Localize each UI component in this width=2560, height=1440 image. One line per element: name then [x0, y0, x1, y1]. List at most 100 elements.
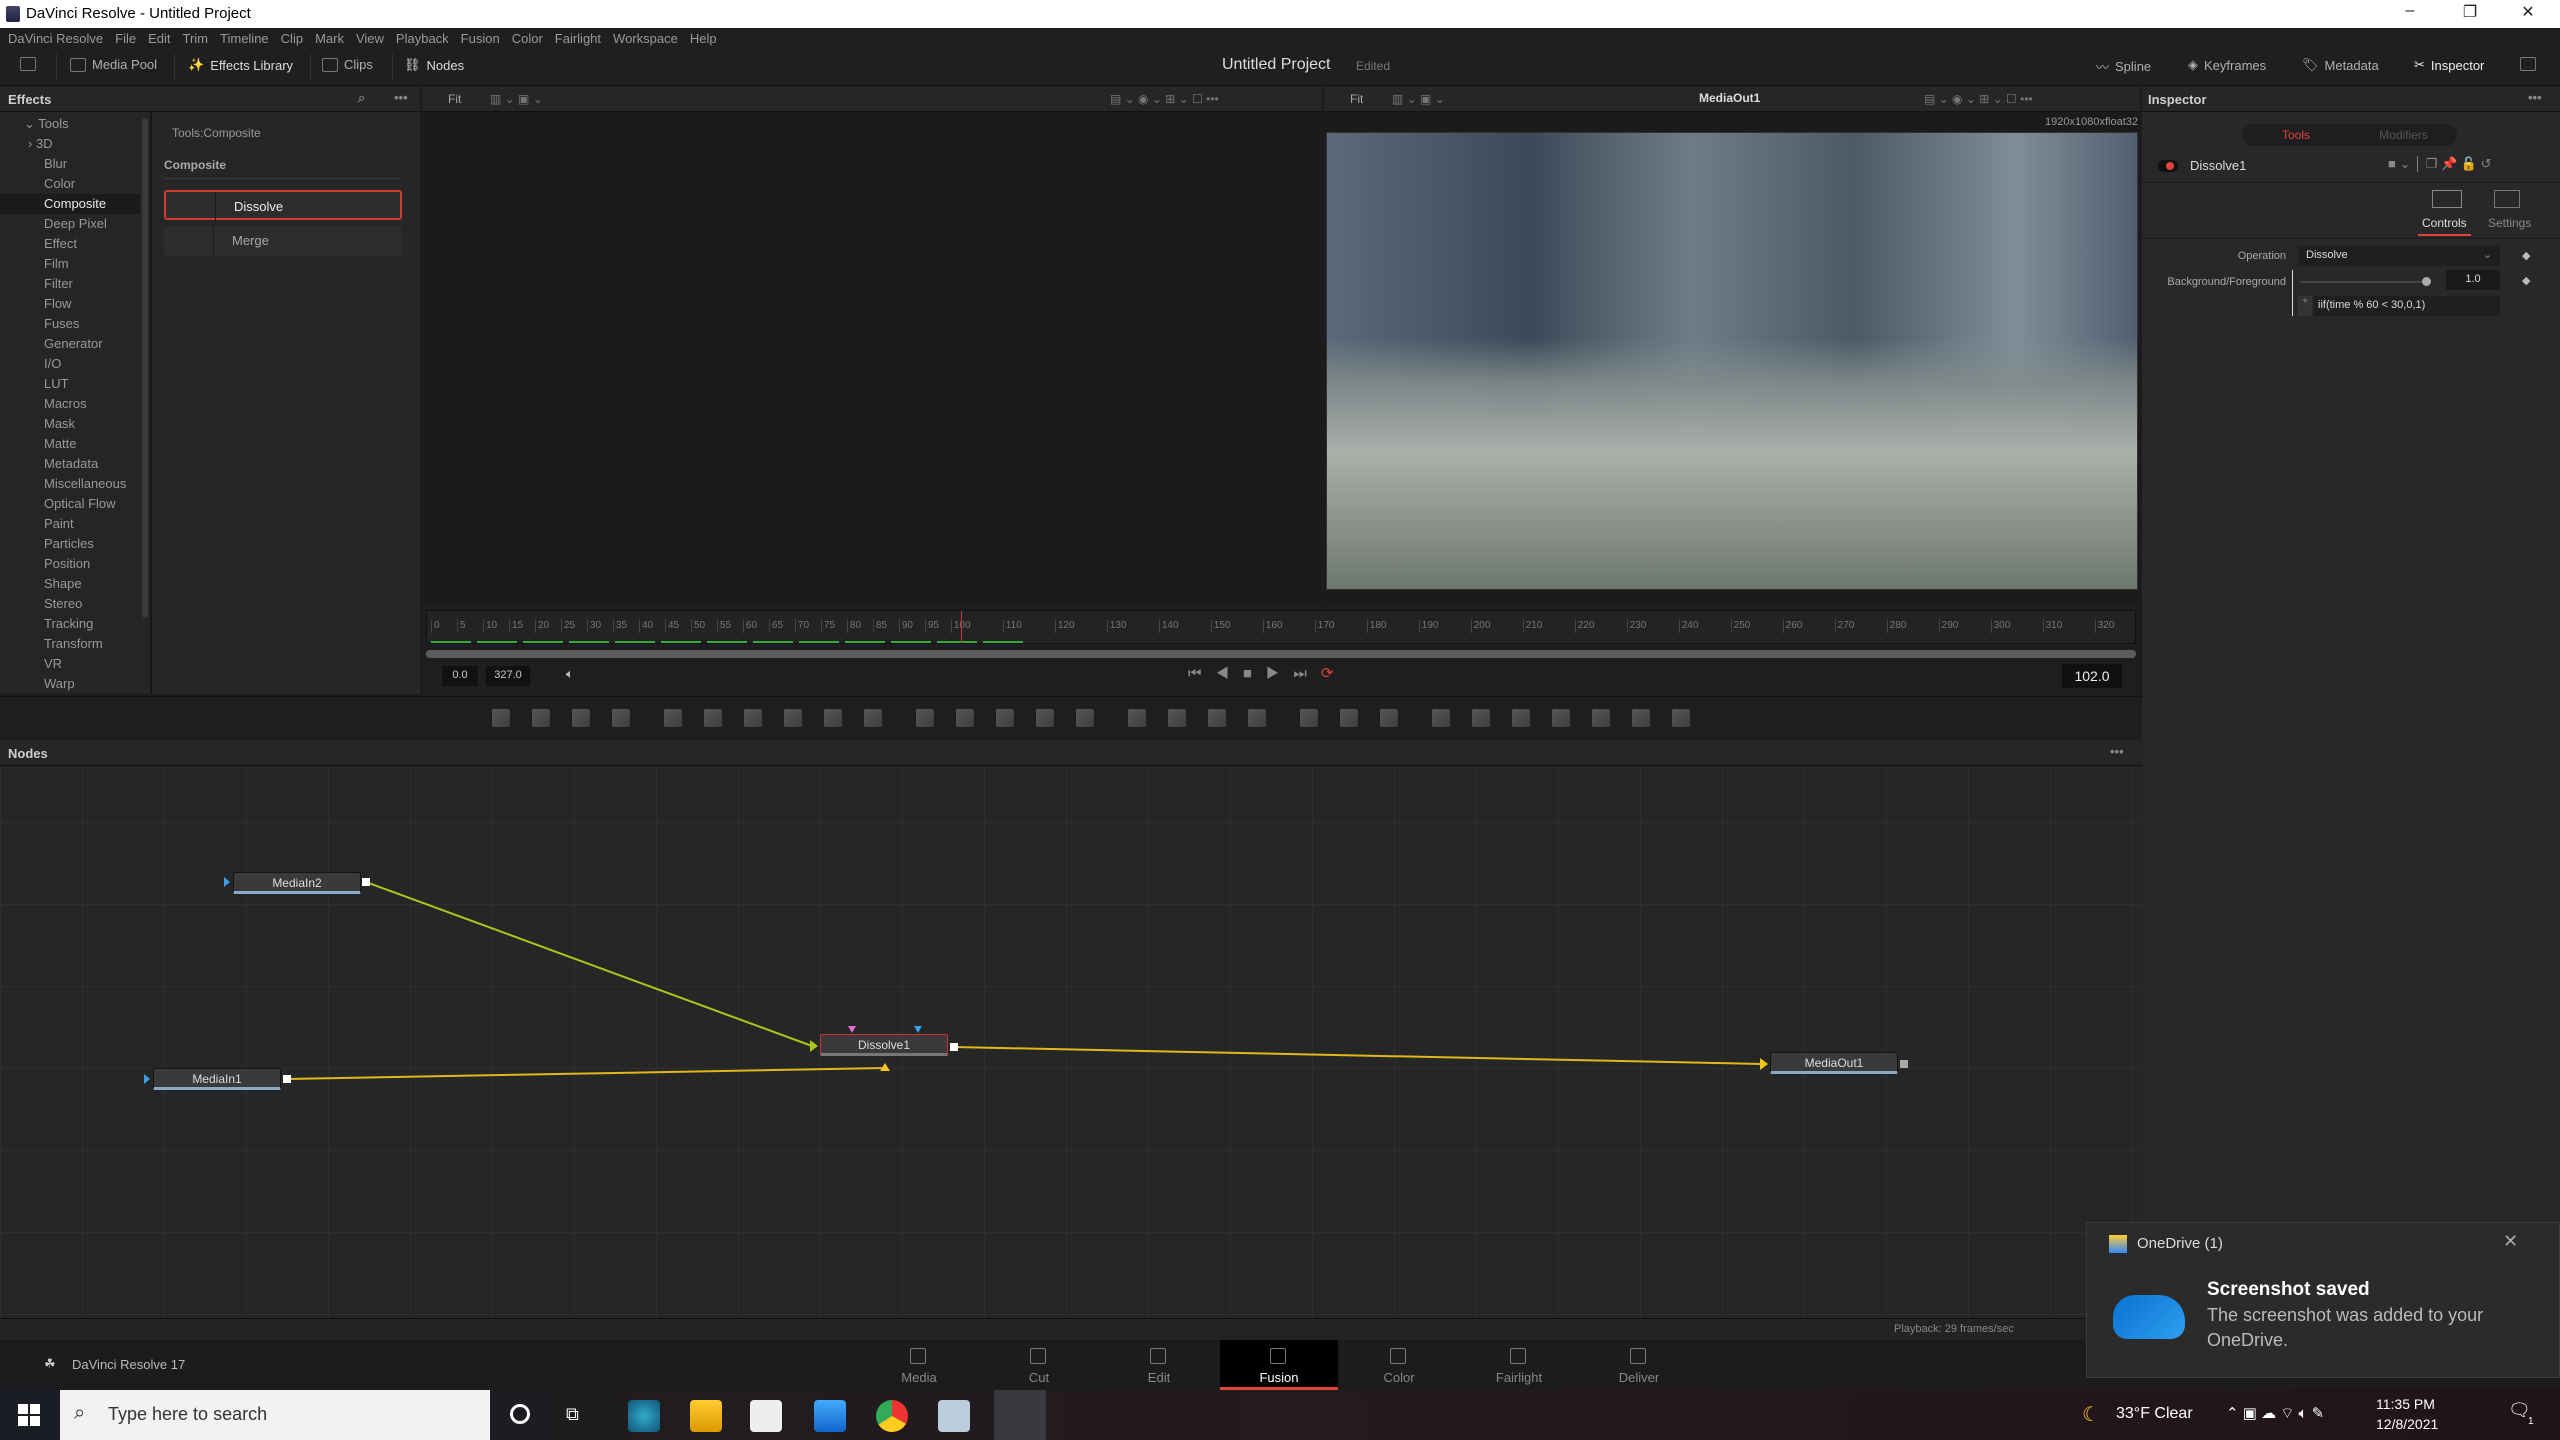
channel-booleans-icon[interactable]	[956, 709, 974, 727]
microsoft-store-icon[interactable]	[750, 1400, 782, 1432]
nodes-button[interactable]: ⛓ Nodes	[404, 57, 464, 73]
snipping-tool-icon[interactable]	[938, 1400, 970, 1432]
step-back-icon[interactable]: ◀	[1216, 665, 1243, 682]
tracker-icon[interactable]	[1300, 709, 1318, 727]
tool-merge[interactable]: Merge	[164, 226, 402, 256]
tool-dissolve[interactable]: Dissolve	[164, 190, 402, 222]
operation-dropdown[interactable]: Dissolve ⌄	[2298, 246, 2500, 266]
tree-item-mask[interactable]: Mask	[0, 414, 140, 434]
menu-davinci-resolve[interactable]: DaVinci Resolve	[8, 31, 103, 46]
tree-root-tools[interactable]: ⌄ Tools	[0, 114, 140, 134]
cortana-icon[interactable]	[510, 1404, 530, 1424]
background-icon[interactable]	[492, 709, 510, 727]
menu-timeline[interactable]: Timeline	[220, 31, 269, 46]
mediain1-output[interactable]	[283, 1075, 291, 1083]
corner-positioner-icon[interactable]	[1380, 709, 1398, 727]
inspector-button[interactable]: ✂ Inspector	[2414, 57, 2484, 73]
mediaout1-output[interactable]	[1900, 1060, 1908, 1068]
curves-icon[interactable]	[744, 709, 762, 727]
file-explorer-icon[interactable]	[690, 1400, 722, 1432]
weather-widget[interactable]: 33°F Clear	[2116, 1405, 2193, 1423]
blur-icon[interactable]	[864, 709, 882, 727]
onedrive-notification[interactable]: OneDrive (1) ✕ Screenshot saved The scre…	[2086, 1222, 2560, 1378]
keyframe-diamond-icon[interactable]: ◆	[2522, 274, 2530, 287]
expression-plus-icon[interactable]: +	[2298, 296, 2312, 316]
keyframe-diamond-icon[interactable]: ◆	[2522, 249, 2530, 262]
page-media[interactable]: Media	[860, 1340, 978, 1390]
node-enable-toggle[interactable]	[2158, 160, 2178, 172]
minimize-button[interactable]: –	[2390, 2, 2430, 20]
node-mediain1[interactable]: MediaIn1	[153, 1068, 281, 1090]
task-view-icon[interactable]: ⧉	[566, 1404, 579, 1425]
current-frame-field[interactable]: 102.0	[2062, 664, 2122, 688]
color-corrector-icon[interactable]	[704, 709, 722, 727]
tree-item-paint[interactable]: Paint	[0, 514, 140, 534]
menu-view[interactable]: View	[356, 31, 384, 46]
media-pool-button[interactable]: Media Pool	[70, 57, 157, 72]
tree-item-film[interactable]: Film	[0, 254, 140, 274]
menu-clip[interactable]: Clip	[281, 31, 303, 46]
matte-control-icon[interactable]	[996, 709, 1014, 727]
windows-start-icon[interactable]	[18, 1404, 40, 1426]
search-icon[interactable]: ⌕	[358, 90, 365, 106]
tree-item-matte[interactable]: Matte	[0, 434, 140, 454]
text3d-icon[interactable]	[1512, 709, 1530, 727]
tree-item-3d[interactable]: › 3D	[0, 134, 140, 154]
bgfg-slider[interactable]	[2300, 277, 2431, 286]
page-color[interactable]: Color	[1340, 1340, 1458, 1390]
page-fairlight[interactable]: Fairlight	[1460, 1340, 1578, 1390]
node-mediaout1[interactable]: MediaOut1	[1770, 1052, 1898, 1074]
tree-item-effect[interactable]: Effect	[0, 234, 140, 254]
metadata-button[interactable]: 🏷 Metadata	[2302, 57, 2379, 73]
edge-icon[interactable]	[628, 1400, 660, 1432]
workspace-toggle-button[interactable]	[20, 57, 36, 71]
spline-button[interactable]: 〰 Spline	[2096, 57, 2151, 76]
tree-item-warp[interactable]: Warp	[0, 674, 140, 694]
node-editor[interactable]: Nodes ••• MediaIn2 MediaIn1 Dissolve1 Me…	[0, 740, 2142, 1318]
tab-modifiers[interactable]: Modifiers	[2350, 128, 2457, 142]
tree-item-miscellaneous[interactable]: Miscellaneous	[0, 474, 140, 494]
light3d-icon[interactable]	[1632, 709, 1650, 727]
layout-icon[interactable]: ▥ ⌄ ▣ ⌄	[1392, 92, 1445, 106]
menu-color[interactable]: Color	[512, 31, 543, 46]
menu-mark[interactable]: Mark	[315, 31, 344, 46]
planar-tracker-icon[interactable]	[1340, 709, 1358, 727]
system-tray-icons[interactable]: ⌃ ▣ ☁ ⌔ 🔈︎ ✎	[2226, 1404, 2324, 1423]
brightness-icon[interactable]	[824, 709, 842, 727]
tree-item-blur[interactable]: Blur	[0, 154, 140, 174]
menu-file[interactable]: File	[115, 31, 136, 46]
paint-icon[interactable]	[612, 709, 630, 727]
tab-settings[interactable]: Settings	[2488, 216, 2531, 230]
mail-icon[interactable]	[814, 1400, 846, 1432]
merge3d-icon[interactable]	[1472, 709, 1490, 727]
rectangle-mask-icon[interactable]	[1128, 709, 1146, 727]
tree-item-filter[interactable]: Filter	[0, 274, 140, 294]
more-options-icon[interactable]: •••	[394, 90, 408, 105]
go-to-start-icon[interactable]: ⏮	[1188, 665, 1216, 682]
viewer-options-icons[interactable]: ▤ ⌄ ◉ ⌄ ⊞ ⌄ ☐ •••	[1924, 92, 2033, 106]
menu-help[interactable]: Help	[690, 31, 717, 46]
tree-item-i-o[interactable]: I/O	[0, 354, 140, 374]
tree-item-color[interactable]: Color	[0, 174, 140, 194]
render-end-field[interactable]: 327.0	[486, 666, 530, 686]
taskbar-search-input[interactable]: ⌕ Type here to search	[60, 1390, 490, 1440]
audio-icon[interactable]: 🔈︎	[566, 666, 574, 682]
menu-workspace[interactable]: Workspace	[613, 31, 678, 46]
menu-fairlight[interactable]: Fairlight	[555, 31, 601, 46]
go-to-end-icon[interactable]: ⏭	[1293, 665, 1321, 682]
zoom-fit-dropdown[interactable]: Fit	[1350, 92, 1363, 106]
transport-controls[interactable]: ⏮◀■▶⏭⟳	[1188, 664, 1347, 682]
chrome-icon[interactable]	[876, 1400, 908, 1432]
page-edit[interactable]: Edit	[1100, 1340, 1218, 1390]
shape3d-icon[interactable]	[1432, 709, 1450, 727]
time-ruler[interactable]: 0510152025303540455055606570758085909510…	[426, 610, 2136, 644]
node-mediain2[interactable]: MediaIn2	[233, 872, 361, 894]
menu-playback[interactable]: Playback	[396, 31, 449, 46]
stop-icon[interactable]: ■	[1243, 665, 1266, 682]
viewer-right[interactable]: Fit ▥ ⌄ ▣ ⌄ MediaOut1 ▤ ⌄ ◉ ⌄ ⊞ ⌄ ☐ ••• …	[1324, 86, 2140, 606]
fast-noise-icon[interactable]	[532, 709, 550, 727]
ellipse-mask-icon[interactable]	[1168, 709, 1186, 727]
viewer-options-icons[interactable]: ▤ ⌄ ◉ ⌄ ⊞ ⌄ ☐ •••	[1110, 92, 1219, 106]
tree-item-macros[interactable]: Macros	[0, 394, 140, 414]
tree-item-transform[interactable]: Transform	[0, 634, 140, 654]
